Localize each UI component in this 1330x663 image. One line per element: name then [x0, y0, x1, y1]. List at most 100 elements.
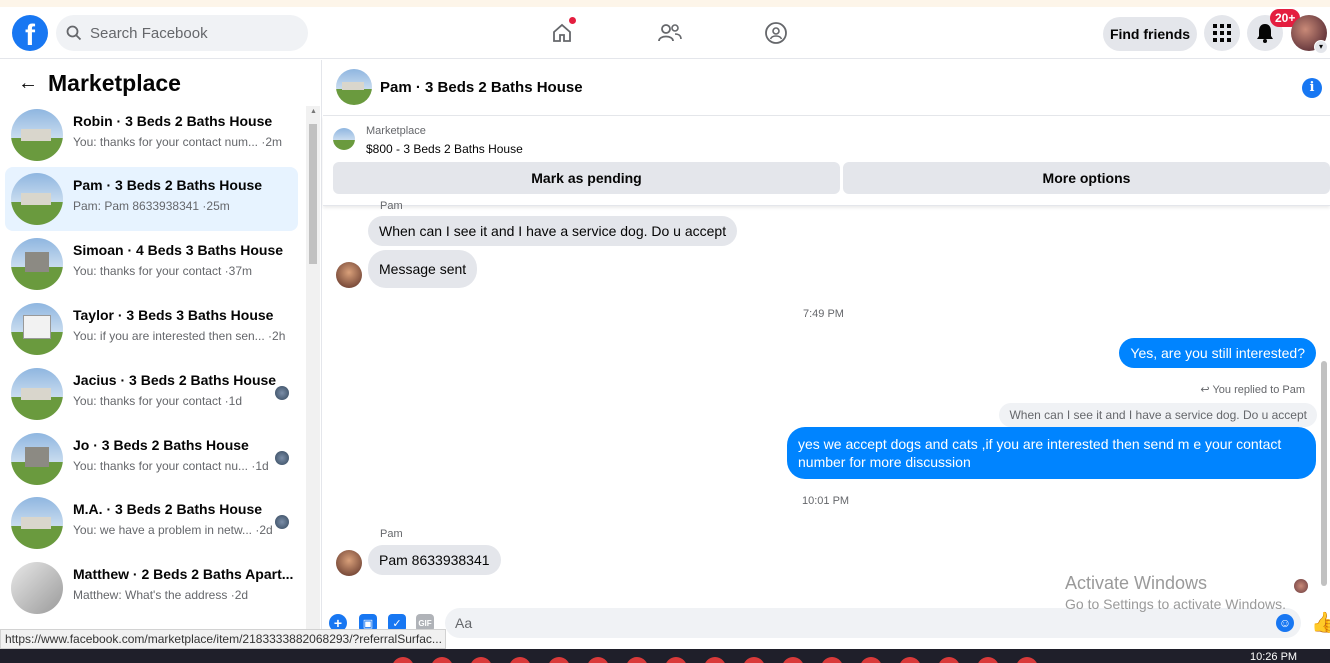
taskbar-app-icon[interactable]: [704, 657, 726, 663]
chat-header: Pam · 3 Beds 2 Baths House i: [323, 60, 1330, 116]
listing-thumbnail: [11, 109, 63, 161]
sender-avatar[interactable]: [336, 550, 362, 576]
listing-mini-thumbnail[interactable]: [333, 128, 355, 150]
seen-avatar: [275, 386, 289, 400]
search-icon: [66, 25, 82, 41]
find-friends-button[interactable]: Find friends: [1103, 17, 1197, 51]
message-input[interactable]: Aa: [445, 608, 1301, 638]
sender-avatar[interactable]: [336, 262, 362, 288]
read-receipt-avatar: [1294, 579, 1308, 593]
conversation-item[interactable]: Jacius · 3 Beds 2 Baths House You: thank…: [5, 362, 298, 426]
taskbar-clock[interactable]: 10:26 PM: [1250, 651, 1297, 663]
chat-scrollbar[interactable]: [1318, 206, 1330, 606]
taskbar-app-icon[interactable]: [509, 657, 531, 663]
message-timestamp: 7:49 PM: [803, 308, 844, 320]
listing-source-label: Marketplace: [366, 125, 426, 137]
outgoing-message[interactable]: yes we accept dogs and cats ,if you are …: [787, 427, 1316, 479]
taskbar-app-icon[interactable]: [392, 657, 414, 663]
listing-thumbnail: [11, 303, 63, 355]
facebook-logo[interactable]: f: [12, 15, 48, 51]
conversation-preview: You: thanks for your contact num... ·2m: [73, 135, 282, 149]
conversation-title: Simoan · 4 Beds 3 Baths House: [73, 242, 284, 258]
groups-nav-button[interactable]: [762, 19, 790, 47]
conversation-preview: You: if you are interested then sen... ·…: [73, 329, 286, 343]
incoming-message[interactable]: Message sent: [368, 250, 478, 288]
message-thread: Pam When can I see it and I have a servi…: [323, 200, 1330, 606]
conversation-title: Robin · 3 Beds 2 Baths House: [73, 113, 273, 129]
taskbar-app-icon[interactable]: [938, 657, 960, 663]
listing-thumbnail: [11, 562, 63, 614]
listing-thumbnail: [11, 497, 63, 549]
listing-summary-bar: Marketplace $800 - 3 Beds 2 Baths House …: [323, 116, 1330, 206]
sidebar-scrollbar[interactable]: ▲: [306, 106, 320, 630]
conversation-preview: Matthew: What's the address ·2d: [73, 588, 249, 602]
emoji-icon[interactable]: ☺: [1276, 614, 1294, 632]
taskbar-app-icon[interactable]: [626, 657, 648, 663]
menu-button[interactable]: [1204, 15, 1240, 51]
listing-thumbnail: [11, 433, 63, 485]
home-nav-button[interactable]: [548, 17, 576, 47]
taskbar-app-icon[interactable]: [587, 657, 609, 663]
groups-icon: [765, 22, 787, 44]
windows-taskbar: 10:26 PM: [0, 649, 1330, 663]
windows-activation-watermark: Activate Windows Go to Settings to activ…: [1065, 573, 1286, 612]
chat-listing-avatar[interactable]: [336, 69, 372, 105]
listing-thumbnail: [11, 173, 63, 225]
friends-nav-button[interactable]: [656, 19, 684, 47]
top-navigation-bar: f Search Facebook Find friends 20+ ▾: [0, 7, 1330, 59]
taskbar-app-icon[interactable]: [977, 657, 999, 663]
home-icon: [553, 23, 571, 42]
taskbar-app-icon[interactable]: [821, 657, 843, 663]
conversation-item[interactable]: Matthew · 2 Beds 2 Baths Apart... Matthe…: [5, 556, 298, 620]
conversation-list: Robin · 3 Beds 2 Baths House You: thanks…: [0, 106, 306, 630]
conversation-item-active[interactable]: Pam · 3 Beds 2 Baths House Pam: Pam 8633…: [5, 167, 298, 231]
taskbar-app-icon[interactable]: [860, 657, 882, 663]
taskbar-app-icon[interactable]: [665, 657, 687, 663]
conversation-item[interactable]: Simoan · 4 Beds 3 Baths House You: thank…: [5, 232, 298, 296]
reply-indicator: ↩ You replied to Pam: [1200, 383, 1305, 396]
browser-status-url: https://www.facebook.com/marketplace/ite…: [0, 629, 446, 649]
taskbar-app-icon[interactable]: [782, 657, 804, 663]
taskbar-app-icon[interactable]: [899, 657, 921, 663]
taskbar-app-icon[interactable]: [431, 657, 453, 663]
search-facebook-input[interactable]: Search Facebook: [56, 15, 308, 51]
listing-price[interactable]: $800 - 3 Beds 2 Baths House: [366, 142, 523, 156]
listing-thumbnail: [11, 238, 63, 290]
incoming-message[interactable]: When can I see it and I have a service d…: [368, 216, 738, 246]
mark-as-pending-button[interactable]: Mark as pending: [333, 162, 840, 194]
incoming-message[interactable]: Pam 8633938341: [368, 545, 501, 575]
friends-icon: [658, 24, 682, 42]
conversation-title: Matthew · 2 Beds 2 Baths Apart...: [73, 566, 294, 582]
more-options-button[interactable]: More options: [843, 162, 1330, 194]
conversation-preview: Pam: Pam 8633938341 ·25m: [73, 199, 230, 213]
message-timestamp: 10:01 PM: [802, 495, 850, 507]
taskbar-app-icon[interactable]: [470, 657, 492, 663]
listing-thumbnail: [11, 368, 63, 420]
conversation-item[interactable]: Robin · 3 Beds 2 Baths House You: thanks…: [5, 106, 298, 167]
sender-name: Pam: [380, 528, 403, 540]
outgoing-message[interactable]: Yes, are you still interested?: [1119, 338, 1316, 368]
conversation-title: Taylor · 3 Beds 3 Baths House: [73, 307, 274, 323]
back-arrow-icon[interactable]: ←: [18, 72, 38, 95]
scrollbar-thumb[interactable]: [309, 124, 317, 264]
watermark-line2: Go to Settings to activate Windows.: [1065, 596, 1286, 612]
taskbar-app-icon[interactable]: [1016, 657, 1038, 663]
scrollbar-thumb[interactable]: [1321, 361, 1327, 586]
conversation-item[interactable]: M.A. · 3 Beds 2 Baths House You: we have…: [5, 491, 298, 555]
marketplace-sidebar: ← Marketplace Robin · 3 Beds 2 Baths Hou…: [0, 60, 322, 630]
conversation-item[interactable]: Jo · 3 Beds 2 Baths House You: thanks fo…: [5, 427, 298, 491]
scroll-up-icon[interactable]: ▲: [310, 108, 317, 115]
reply-note-text: You replied to Pam: [1212, 384, 1305, 396]
chevron-down-icon[interactable]: ▾: [1314, 40, 1328, 54]
grid-menu-icon: [1213, 24, 1231, 42]
conversation-preview: You: we have a problem in netw... ·2d: [73, 523, 273, 537]
info-icon[interactable]: i: [1302, 78, 1322, 98]
conversation-preview: You: thanks for your contact nu... ·1d: [73, 459, 269, 473]
seen-avatar: [275, 451, 289, 465]
taskbar-app-icon[interactable]: [743, 657, 765, 663]
thumbs-up-icon[interactable]: 👍: [1311, 610, 1330, 635]
taskbar-app-icon[interactable]: [548, 657, 570, 663]
conversation-item[interactable]: Taylor · 3 Beds 3 Baths House You: if yo…: [5, 297, 298, 361]
quoted-message[interactable]: When can I see it and I have a service d…: [999, 403, 1317, 427]
chat-title[interactable]: Pam · 3 Beds 2 Baths House: [380, 79, 583, 96]
